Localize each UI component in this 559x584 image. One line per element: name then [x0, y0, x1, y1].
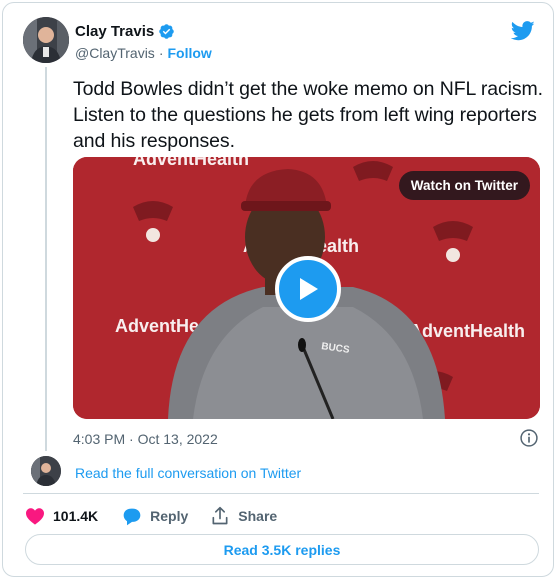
play-icon	[300, 278, 318, 300]
tweet-text: Todd Bowles didn’t get the woke memo on …	[73, 78, 543, 152]
share-label: Share	[238, 508, 278, 524]
author-name[interactable]: Clay Travis	[75, 23, 154, 40]
like-count: 101.4K	[53, 508, 99, 524]
share-icon	[212, 506, 228, 525]
backdrop-sponsor-text: AdventHealth	[409, 321, 525, 341]
reply-button[interactable]: Reply	[122, 507, 188, 526]
twitter-bird-icon[interactable]	[511, 21, 535, 41]
verified-badge-icon	[159, 24, 174, 39]
like-button[interactable]: 101.4K	[25, 507, 98, 525]
thread-line	[45, 67, 47, 451]
info-icon[interactable]	[519, 428, 539, 448]
conversation-avatar[interactable]	[31, 456, 61, 486]
read-replies-button[interactable]: Read 3.5K replies	[25, 534, 539, 565]
author-avatar[interactable]	[23, 17, 69, 63]
handle-separator: ·	[158, 45, 164, 61]
play-button[interactable]	[275, 256, 341, 322]
reply-label: Reply	[150, 508, 189, 524]
author-handle[interactable]: @ClayTravis	[75, 45, 155, 61]
tweet-timestamp[interactable]: 4:03 PM · Oct 13, 2022	[73, 431, 218, 447]
follow-button[interactable]: Follow	[167, 45, 211, 61]
backdrop-sponsor-text: AdventHealth	[133, 157, 249, 169]
heart-icon	[26, 508, 44, 525]
tweet-card: Clay Travis @ClayTravis · Follow Todd Bo…	[2, 2, 554, 577]
watch-on-twitter-button[interactable]: Watch on Twitter	[398, 171, 530, 200]
divider	[23, 493, 539, 494]
video-thumbnail[interactable]: AdventHealth AdventHealth AdventHealth A…	[73, 157, 540, 419]
action-bar: 101.4K Reply Share	[25, 506, 277, 526]
share-button[interactable]: Share	[210, 506, 277, 526]
reply-bubble-icon	[123, 508, 141, 525]
read-conversation-link[interactable]: Read the full conversation on Twitter	[75, 465, 301, 481]
